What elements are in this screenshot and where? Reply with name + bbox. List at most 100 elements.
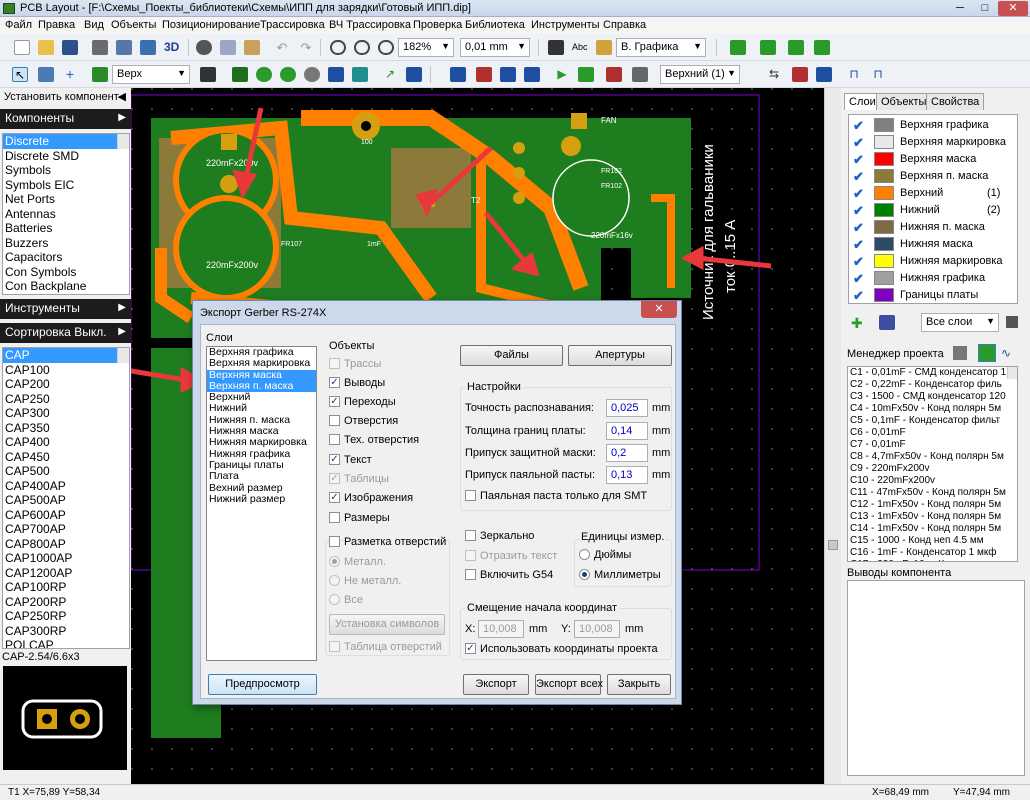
part-item[interactable]: CAP400 [3,435,129,450]
swap-layer-icon[interactable]: ⇆ [766,67,782,82]
sort-header[interactable]: Сортировка Выкл. ▶ [0,323,131,343]
close-button[interactable]: Закрыть [607,674,671,695]
category-item[interactable]: Batteries [3,221,129,236]
print-icon[interactable] [92,40,108,55]
place-component-header[interactable]: Установить компонент ◀ [0,89,131,107]
undo-icon[interactable]: ↶ [274,40,290,55]
tab-properties[interactable]: Свойства [926,93,985,110]
paste-smt-checkbox[interactable] [465,490,476,501]
category-item[interactable]: Con Symbols [3,265,129,280]
view-mode-select[interactable]: В. Графика ▼ [616,38,706,57]
export-layer-item[interactable]: Нижний размер [207,493,316,505]
track-icon[interactable] [232,67,248,82]
category-list[interactable]: Discrete Discrete SMD Symbols Symbols EIC Ne… [2,133,130,295]
layer-color-swatch[interactable] [874,186,894,200]
menu-routing[interactable]: Трассировка [260,19,325,31]
part-item[interactable]: CAP [3,348,129,363]
project-item[interactable]: C15 - 1000 - Конд неп 4.5 мм [848,535,1017,547]
copy-icon[interactable] [220,40,236,55]
layer-row[interactable]: ✔ Нижняя графика [849,270,1019,287]
layer-color-swatch[interactable] [874,254,894,268]
part-item[interactable]: CAP600AP [3,508,129,523]
layer-color-swatch[interactable] [874,135,894,149]
part-item[interactable]: CAP1200AP [3,566,129,581]
layer-color-swatch[interactable] [874,220,894,234]
outline-input[interactable]: 0,14 [606,422,648,440]
new-file-icon[interactable] [14,40,30,55]
dimension-icon[interactable]: ↗ [382,67,398,82]
export-layer-item[interactable]: Нижняя маркировка [207,437,316,449]
project-item[interactable]: C13 - 1mFx50v - Конд полярн 5м [848,511,1017,523]
symbols-button[interactable]: Установка символов [329,614,445,635]
files-button[interactable]: Файлы [460,345,563,366]
parts-list[interactable]: CAP CAP100 CAP200 CAP250 CAP300 CAP350 CAP400 C… [2,347,130,649]
export-layer-item[interactable]: Плата [207,470,316,482]
signal-icon[interactable]: ⊓ [846,67,862,82]
picture-icon[interactable] [596,40,612,55]
plated-radio[interactable] [329,556,340,567]
pads-checkbox[interactable]: ✓ [329,377,340,388]
check-icon[interactable]: ✔ [853,186,864,202]
components-header[interactable]: Компоненты ▶ [0,109,131,129]
part-item[interactable]: CAP200 [3,377,129,392]
play-icon[interactable]: ▶ [554,67,570,82]
project-item[interactable]: C12 - 1mFx50v - Конд полярн 5м [848,499,1017,511]
category-item[interactable]: Symbols EIC [3,178,129,193]
run-drc-icon[interactable] [578,67,594,82]
paste-icon[interactable] [244,40,260,55]
zoom-select[interactable]: 182% ▼ [398,38,454,57]
scroll-thumb[interactable] [828,540,838,550]
scrollbar[interactable] [117,134,129,149]
part-item[interactable]: CAP400AP [3,479,129,494]
component-icon[interactable] [760,40,776,55]
layer-row[interactable]: ✔ Нижняя маркировка [849,253,1019,270]
menu-placement[interactable]: Позиционирование [162,19,260,31]
select-area-icon[interactable] [38,67,54,82]
layer-color-swatch[interactable] [874,237,894,251]
category-item[interactable]: Discrete SMD [3,149,129,164]
menu-rf-routing[interactable]: ВЧ Трассировка [329,19,411,31]
project-item[interactable]: C6 - 0,01mF [848,427,1017,439]
project-item[interactable]: C1 - 0,01mF - СМД конденсатор 1 [848,367,1017,379]
pad-icon[interactable] [788,40,804,55]
export-layers-list[interactable]: Верхняя графика Верхняя маркировка Верхняя… [206,346,317,661]
pm-net-icon[interactable]: ∿ [1001,346,1015,360]
all-holes-radio[interactable] [329,594,340,605]
category-item[interactable]: Symbols [3,163,129,178]
save-icon[interactable] [62,40,78,55]
scrollbar[interactable] [117,348,129,363]
part-item[interactable]: CAP250RP [3,609,129,624]
part-item[interactable]: CAP800AP [3,537,129,552]
menu-tools[interactable]: Инструменты [531,19,600,31]
measure-icon[interactable] [632,67,648,82]
menu-view[interactable]: Вид [84,19,104,31]
check-icon[interactable]: ✔ [853,254,864,270]
net-icon[interactable] [500,67,516,82]
component-pins-box[interactable] [847,580,1025,776]
category-item[interactable]: Net Ports [3,192,129,207]
zoom-in-icon[interactable] [330,40,346,55]
image-icon[interactable] [140,40,156,55]
binoculars-icon[interactable] [200,67,216,82]
project-item[interactable]: C14 - 1mFx50v - Конд полярн 5м [848,523,1017,535]
add-layer-icon[interactable]: ✚ [851,315,867,331]
preview-button[interactable]: Предпросмотр [208,674,317,695]
zoom-fit-icon[interactable] [378,40,394,55]
millimeters-radio[interactable] [579,569,590,580]
layer-row[interactable]: ✔ Верхний (1) [849,185,1019,202]
check-icon[interactable]: ✔ [853,237,864,253]
mask-input[interactable]: 0,2 [606,444,648,462]
zoom-out-icon[interactable] [354,40,370,55]
tables-checkbox[interactable]: ✓ [329,473,340,484]
pad-round-icon[interactable] [280,67,296,82]
part-item[interactable]: CAP500 [3,464,129,479]
drill-table-checkbox[interactable] [329,641,340,652]
project-item[interactable]: C9 - 220mFx200v [848,463,1017,475]
project-item[interactable]: C8 - 4,7mFx50v - Конд полярн 5м [848,451,1017,463]
layer-color-swatch[interactable] [874,288,894,302]
part-item[interactable]: CAP500AP [3,493,129,508]
precision-input[interactable]: 0,025 [606,399,648,417]
category-item[interactable]: Con Backplane [3,279,129,294]
show-text-checkbox[interactable] [465,550,476,561]
layer-settings-icon[interactable] [879,315,895,330]
